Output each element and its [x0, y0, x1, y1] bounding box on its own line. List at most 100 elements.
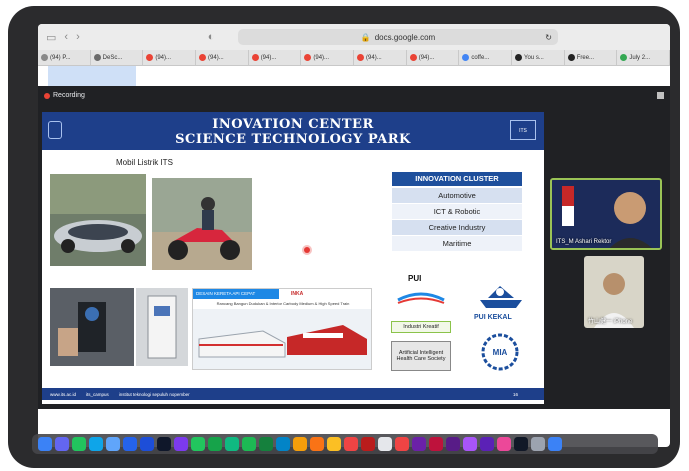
browser-tab[interactable]: (94)...	[354, 50, 407, 65]
dock-app-icon[interactable]	[514, 437, 528, 451]
browser-tab[interactable]: (94)...	[196, 50, 249, 65]
dock-app-icon[interactable]	[191, 437, 205, 451]
slide-subtitle: Mobil Listrik ITS	[116, 158, 173, 167]
url-text: docs.google.com	[374, 32, 436, 42]
sidebar-icon[interactable]: ▭	[46, 31, 56, 44]
participant-tile-1[interactable]: ITS_M Ashari Rektor	[550, 178, 662, 250]
dock-app-icon[interactable]	[293, 437, 307, 451]
robot-photo-1	[50, 288, 134, 366]
macos-dock	[32, 434, 658, 454]
meeting-menu-icon[interactable]	[657, 92, 664, 99]
reload-icon[interactable]: ↻	[545, 33, 552, 42]
slide-footer: www.its.ac.id its_campus institut teknol…	[42, 388, 544, 400]
tab-favicon-icon	[41, 54, 48, 61]
dock-app-icon[interactable]	[123, 437, 137, 451]
dock-app-icon[interactable]	[446, 437, 460, 451]
participant-name-2: 竹山健一 iPhone	[588, 319, 633, 325]
pui-kekal-logo	[480, 286, 522, 308]
dock-app-icon[interactable]	[395, 437, 409, 451]
dock-app-icon[interactable]	[378, 437, 392, 451]
industri-kreatif-box: Industri Kreatif	[391, 321, 451, 333]
innovation-cluster-header: INNOVATION CLUSTER	[392, 172, 522, 186]
tab-label: You s...	[524, 54, 544, 61]
address-bar[interactable]: 🔒 docs.google.com ↻	[238, 29, 558, 45]
presentation-slide: INOVATION CENTER SCIENCE TECHNOLOGY PARK…	[42, 112, 544, 404]
dock-app-icon[interactable]	[548, 437, 562, 451]
docs-strip	[38, 66, 670, 86]
browser-tab[interactable]: July 2...	[617, 50, 670, 65]
dock-app-icon[interactable]	[106, 437, 120, 451]
dock-app-icon[interactable]	[310, 437, 324, 451]
tab-favicon-icon	[199, 54, 207, 61]
back-icon[interactable]: ‹	[64, 31, 68, 43]
browser-tab[interactable]: (94)...	[249, 50, 302, 65]
browser-tab[interactable]: (94)...	[301, 50, 355, 65]
forward-icon[interactable]: ›	[76, 31, 80, 43]
tab-label: Free...	[576, 54, 595, 61]
dock-app-icon[interactable]	[208, 437, 222, 451]
browser-tab[interactable]: (94)...	[407, 50, 460, 65]
tab-label: (94)...	[208, 54, 224, 61]
browser-tab[interactable]: DeSc...	[91, 50, 144, 65]
participant-tile-2[interactable]: 竹山健一 iPhone	[584, 256, 644, 328]
cluster-item: Maritime	[392, 236, 522, 251]
dock-app-icon[interactable]	[242, 437, 256, 451]
dock-app-icon[interactable]	[463, 437, 477, 451]
slide-title-line1: INOVATION CENTER	[212, 117, 374, 132]
tab-label: DeSc...	[102, 54, 123, 61]
dock-app-icon[interactable]	[140, 437, 154, 451]
dock-app-icon[interactable]	[480, 437, 494, 451]
docs-selection	[48, 66, 136, 86]
browser-tab[interactable]: Free...	[565, 50, 618, 65]
tab-favicon-icon	[93, 54, 101, 61]
dock-app-icon[interactable]	[429, 437, 443, 451]
tab-favicon-icon	[251, 54, 259, 61]
electric-car-image	[50, 174, 146, 266]
cluster-item: ICT & Robotic	[392, 204, 522, 219]
pui-kekal-label: PUI KEKAL	[474, 314, 512, 321]
tab-favicon-icon	[304, 54, 312, 61]
recording-indicator: Recording	[44, 92, 85, 99]
dock-app-icon[interactable]	[225, 437, 239, 451]
machine-image	[136, 288, 188, 366]
cluster-item: Automotive	[392, 188, 522, 203]
participant-name-1: ITS_M Ashari Rektor	[556, 239, 612, 245]
recording-label: Recording	[53, 92, 85, 99]
cluster-item: Creative Industry	[392, 220, 522, 235]
dock-app-icon[interactable]	[157, 437, 171, 451]
dock-app-icon[interactable]	[174, 437, 188, 451]
browser-tab[interactable]: coffe...	[459, 50, 513, 65]
tab-label: coffe...	[471, 54, 490, 61]
lock-icon: 🔒	[360, 32, 371, 42]
browser-tab[interactable]: (94)...	[143, 50, 197, 65]
footer-website: www.its.ac.id	[50, 391, 77, 397]
browser-tab[interactable]: You s...	[512, 50, 565, 65]
meeting-area: Recording INOVATION CENTER SCIENCE TECHN…	[38, 86, 670, 409]
footer-social: its_campus	[86, 391, 109, 397]
record-dot-icon	[44, 92, 50, 99]
dock-app-icon[interactable]	[412, 437, 426, 451]
dock-app-icon[interactable]	[72, 437, 86, 451]
electric-car-photo	[50, 174, 146, 266]
browser-tab[interactable]: (94) P...	[38, 50, 91, 65]
dock-app-icon[interactable]	[531, 437, 545, 451]
slide-title-line2: SCIENCE TECHNOLOGY PARK	[175, 132, 411, 147]
tab-bar: (94) P... DeSc... (94)... (94)... (94)... (94…	[38, 50, 670, 66]
mia-logo: MIA	[481, 333, 519, 371]
pui-logo	[397, 292, 445, 304]
pui-label: PUI	[408, 274, 422, 283]
dock-app-icon[interactable]	[327, 437, 341, 451]
dock-app-icon[interactable]	[55, 437, 69, 451]
screen: ▭ ‹ › ◐ 🔒 docs.google.com ↻ (94) P... DeS…	[38, 24, 670, 447]
dock-app-icon[interactable]	[89, 437, 103, 451]
shield-icon[interactable]: ◐	[208, 31, 215, 43]
dock-app-icon[interactable]	[344, 437, 358, 451]
laser-pointer	[304, 247, 310, 253]
dock-app-icon[interactable]	[497, 437, 511, 451]
electric-motorbike-image	[152, 178, 252, 270]
dock-app-icon[interactable]	[259, 437, 273, 451]
dock-app-icon[interactable]	[361, 437, 375, 451]
slide-number: 16	[512, 391, 518, 397]
dock-app-icon[interactable]	[276, 437, 290, 451]
dock-app-icon[interactable]	[38, 437, 52, 451]
